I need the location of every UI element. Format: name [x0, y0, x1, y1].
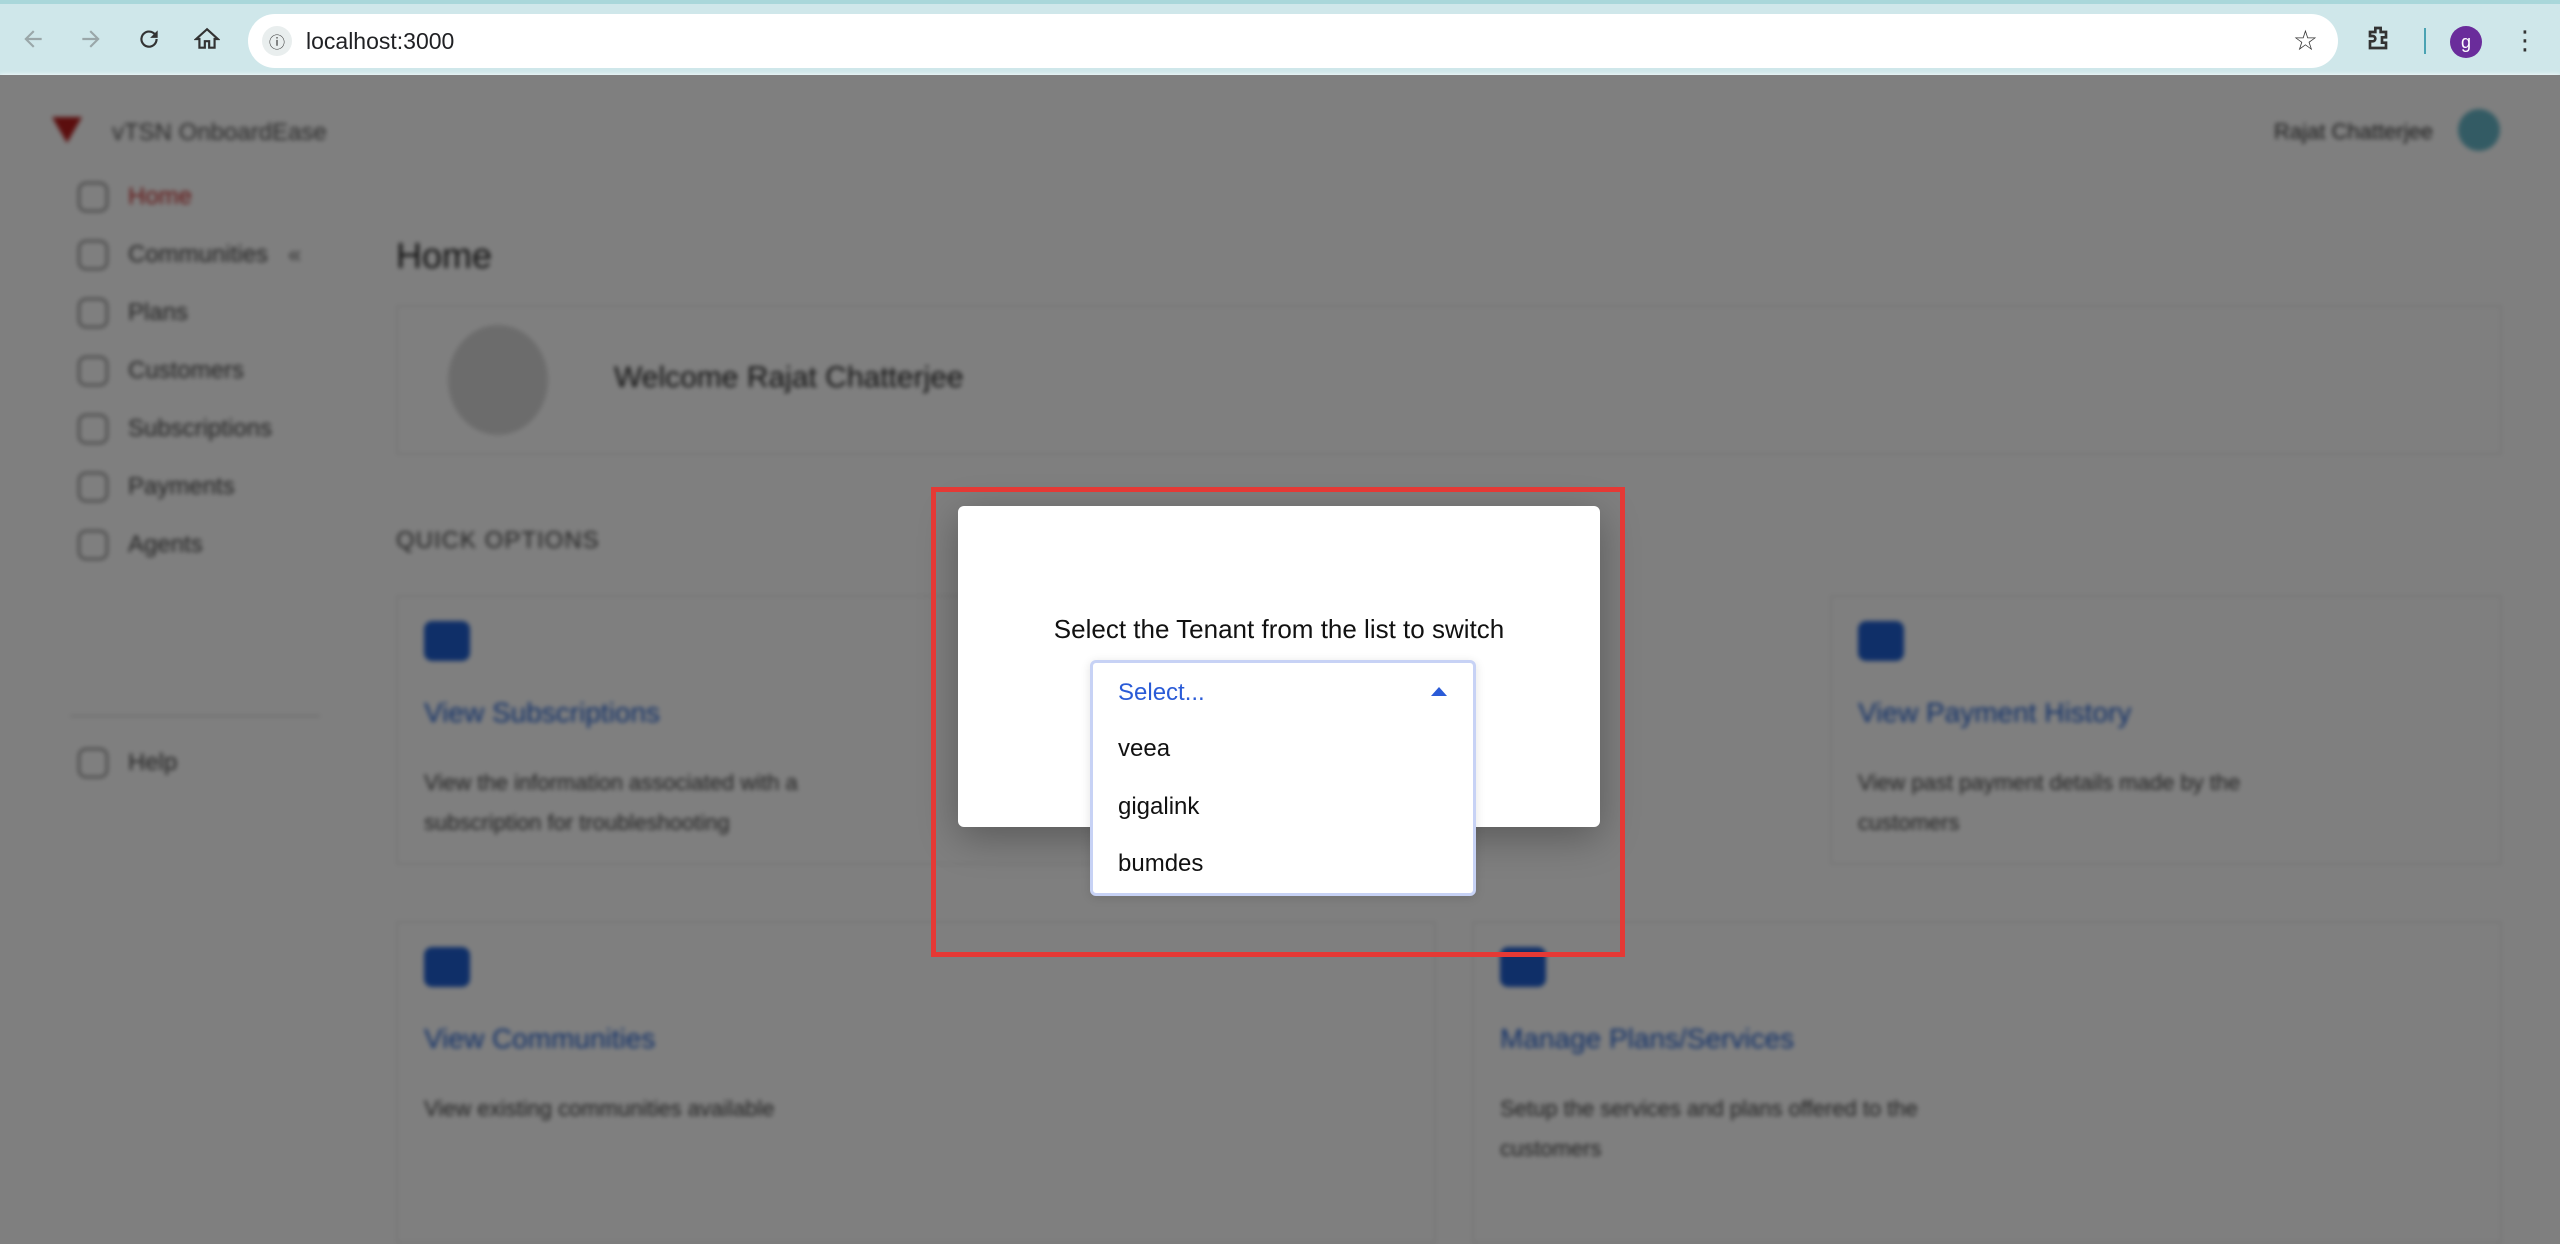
bookmark-star-icon[interactable]: ☆: [2293, 24, 2318, 57]
url-text[interactable]: localhost:3000: [306, 28, 454, 55]
toolbar-separator: [2424, 28, 2426, 54]
address-bar[interactable]: ⓘ localhost:3000 ☆: [248, 14, 2338, 68]
extensions-icon[interactable]: [2362, 24, 2394, 56]
home-icon[interactable]: [190, 22, 224, 56]
browser-toolbar: ⓘ localhost:3000 ☆ g ⋮: [0, 0, 2560, 75]
highlight-rectangle: [931, 487, 1625, 957]
browser-menu-icon[interactable]: ⋮: [2512, 22, 2538, 60]
back-icon[interactable]: [16, 22, 50, 56]
site-info-icon[interactable]: ⓘ: [262, 26, 292, 56]
forward-icon[interactable]: [74, 22, 108, 56]
profile-avatar[interactable]: g: [2450, 26, 2482, 58]
reload-icon[interactable]: [132, 22, 166, 56]
